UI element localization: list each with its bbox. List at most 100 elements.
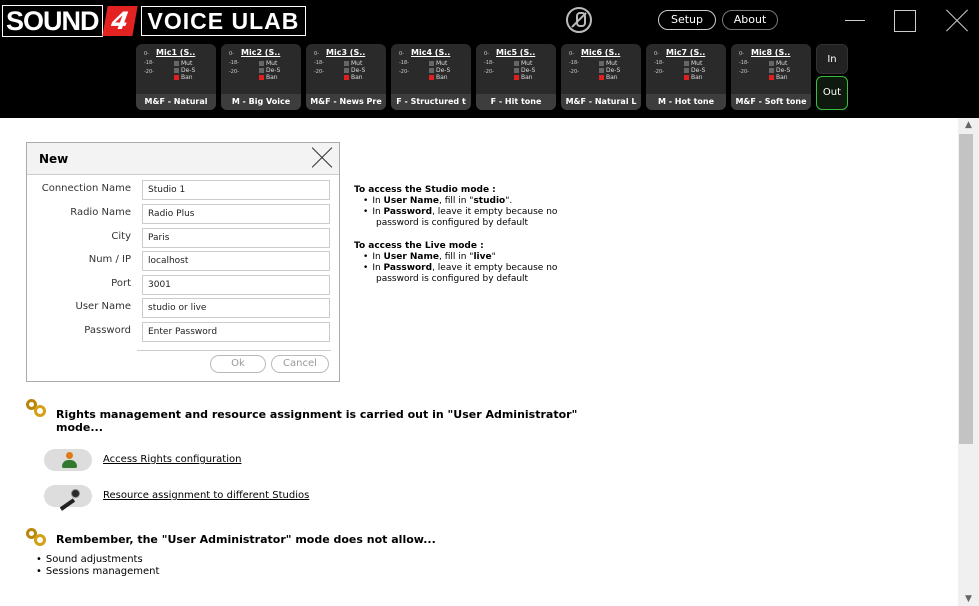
user-name-input[interactable]: studio or live bbox=[142, 298, 330, 318]
cancel-button[interactable]: Cancel bbox=[271, 355, 329, 373]
mic-options[interactable]: Mut De-S Ban bbox=[259, 60, 280, 81]
logo-sound-text: SOUND bbox=[2, 5, 103, 37]
dialog-divider bbox=[137, 350, 331, 351]
mic-preset[interactable]: F - Hit tone bbox=[476, 94, 556, 110]
num-ip-input[interactable]: localhost bbox=[142, 251, 330, 271]
studio-help-title: To access the Studio mode : bbox=[354, 185, 496, 195]
mic-title[interactable]: Mic1 (S.. bbox=[156, 48, 195, 57]
mic-preset[interactable]: F - Structured t bbox=[391, 94, 471, 110]
input-toggle-button[interactable]: In bbox=[816, 44, 848, 74]
mic-scale: 0- -18- -20- bbox=[484, 51, 494, 75]
mic-channel-3[interactable]: 0- -18- -20- Mic3 (S.. Mut De-S Ban M&F - Ne… bbox=[306, 44, 386, 110]
app-logo: SOUND 4 VOICE ULAB bbox=[2, 5, 307, 37]
mic-options[interactable]: Mut De-S Ban bbox=[769, 60, 790, 81]
password-field: Password Enter Password bbox=[27, 322, 339, 342]
mic-channel-2[interactable]: 0- -18- -20- Mic2 (S.. Mut De-S Ban M - Big … bbox=[221, 44, 301, 110]
scroll-thumb[interactable] bbox=[959, 134, 973, 444]
field-label: Port bbox=[111, 278, 131, 289]
mic-mute-icon[interactable] bbox=[566, 7, 592, 33]
mic-title[interactable]: Mic8 (S.. bbox=[751, 48, 790, 57]
live-help-title: To access the Live mode : bbox=[354, 241, 484, 251]
mic-preset[interactable]: M&F - Natural bbox=[136, 94, 216, 110]
minimize-icon[interactable] bbox=[842, 8, 868, 34]
field-label: City bbox=[111, 231, 131, 242]
mic-title[interactable]: Mic6 (S.. bbox=[581, 48, 620, 57]
mic-scale: 0- -18- -20- bbox=[399, 51, 409, 75]
field-label: Password bbox=[84, 325, 131, 336]
port-field: Port 3001 bbox=[27, 275, 339, 295]
mic-channel-5[interactable]: 0- -18- -20- Mic5 (S.. Mut De-S Ban F - Hit … bbox=[476, 44, 556, 110]
mic-title[interactable]: Mic5 (S.. bbox=[496, 48, 535, 57]
remember-section-title: Rembember, the "User Administrator" mode… bbox=[56, 533, 436, 546]
rights-section-title: Rights management and resource assignmen… bbox=[56, 408, 578, 434]
new-connection-dialog: New Connection Name Studio 1 Radio Name … bbox=[26, 142, 340, 382]
ok-button[interactable]: Ok bbox=[210, 355, 266, 373]
list-item: Sessions management bbox=[36, 566, 160, 578]
restrictions-list: Sound adjustments Sessions management bbox=[36, 554, 160, 578]
mic-preset[interactable]: M&F - Soft tone bbox=[731, 94, 811, 110]
close-icon[interactable] bbox=[944, 8, 970, 34]
mic-preset[interactable]: M&F - News Pre bbox=[306, 94, 386, 110]
logo-voice-text: VOICE ULAB bbox=[140, 6, 307, 36]
mic-channel-4[interactable]: 0- -18- -20- Mic4 (S.. Mut De-S Ban F - Stru… bbox=[391, 44, 471, 110]
mic-channel-7[interactable]: 0- -18- -20- Mic7 (S.. Mut De-S Ban M - Hot … bbox=[646, 44, 726, 110]
mic-preset[interactable]: M - Hot tone bbox=[646, 94, 726, 110]
mic-title[interactable]: Mic4 (S.. bbox=[411, 48, 450, 57]
resource-assignment-button[interactable] bbox=[44, 485, 92, 511]
live-help-password-cont: password is configured by default bbox=[376, 274, 529, 284]
mic-title[interactable]: Mic7 (S.. bbox=[666, 48, 705, 57]
mic-channel-1[interactable]: 0- -18- -20- Mic1 (S.. Mut De-S Ban M&F - Na… bbox=[136, 44, 216, 110]
mic-scale: 0- -18- -20- bbox=[144, 51, 154, 75]
mic-options[interactable]: Mut De-S Ban bbox=[174, 60, 195, 81]
mic-options[interactable]: Mut De-S Ban bbox=[684, 60, 705, 81]
mic-title[interactable]: Mic2 (S.. bbox=[241, 48, 280, 57]
mic-preset[interactable]: M - Big Voice bbox=[221, 94, 301, 110]
live-mode-help: To access the Live mode : In User Name, … bbox=[354, 241, 557, 285]
mic-scale: 0- -18- -20- bbox=[314, 51, 324, 75]
studio-help-password-cont: password is configured by default bbox=[376, 218, 529, 228]
logo-4-badge: 4 bbox=[101, 6, 138, 36]
about-button[interactable]: About bbox=[722, 10, 778, 30]
city-input[interactable]: Paris bbox=[142, 228, 330, 248]
field-label: Num / IP bbox=[88, 254, 131, 265]
mic-options[interactable]: Mut De-S Ban bbox=[344, 60, 365, 81]
mic-options[interactable]: Mut De-S Ban bbox=[429, 60, 450, 81]
radio-name-input[interactable]: Radio Plus bbox=[142, 204, 330, 224]
mic-scale: 0- -18- -20- bbox=[739, 51, 749, 75]
dialog-close-icon[interactable] bbox=[311, 147, 333, 169]
dialog-title: New bbox=[39, 152, 69, 166]
mic-options[interactable]: Mut De-S Ban bbox=[599, 60, 620, 81]
gears-icon bbox=[26, 528, 46, 546]
field-label: User Name bbox=[75, 301, 131, 312]
field-label: Radio Name bbox=[70, 207, 131, 218]
user-name-field: User Name studio or live bbox=[27, 298, 339, 318]
studio-mode-help: To access the Studio mode : In User Name… bbox=[354, 185, 557, 229]
mic-scale: 0- -18- -20- bbox=[229, 51, 239, 75]
mic-channel-6[interactable]: 0- -18- -20- Mic6 (S.. Mut De-S Ban M&F - Na… bbox=[561, 44, 641, 110]
mic-title[interactable]: Mic3 (S.. bbox=[326, 48, 365, 57]
studio-help-user: In User Name, fill in "studio". bbox=[363, 196, 557, 207]
maximize-icon[interactable] bbox=[894, 10, 916, 32]
resource-assignment-link[interactable]: Resource assignment to different Studios bbox=[103, 490, 309, 501]
password-input[interactable]: Enter Password bbox=[142, 322, 330, 342]
list-item: Sound adjustments bbox=[36, 554, 159, 566]
top-bar: SOUND 4 VOICE ULAB Setup About 0- -18- -20… bbox=[0, 0, 979, 118]
vertical-scrollbar[interactable]: ▲ ▼ bbox=[958, 118, 979, 606]
access-rights-button[interactable] bbox=[44, 449, 92, 471]
scroll-down-icon[interactable]: ▼ bbox=[958, 592, 979, 606]
output-toggle-button[interactable]: Out bbox=[816, 76, 848, 110]
radio-name-field: Radio Name Radio Plus bbox=[27, 204, 339, 224]
mic-options[interactable]: Mut De-S Ban bbox=[514, 60, 535, 81]
connection-name-input[interactable]: Studio 1 bbox=[142, 180, 330, 200]
scroll-up-icon[interactable]: ▲ bbox=[958, 118, 979, 132]
port-input[interactable]: 3001 bbox=[142, 275, 330, 295]
connection-name-field: Connection Name Studio 1 bbox=[27, 180, 339, 200]
mic-preset[interactable]: M&F - Natural L bbox=[561, 94, 641, 110]
mic-scale: 0- -18- -20- bbox=[654, 51, 664, 75]
microphone-icon bbox=[58, 489, 80, 511]
gears-icon bbox=[26, 399, 46, 417]
mic-channel-8[interactable]: 0- -18- -20- Mic8 (S.. Mut De-S Ban M&F - So… bbox=[731, 44, 811, 110]
setup-button[interactable]: Setup bbox=[658, 10, 716, 30]
access-rights-link[interactable]: Access Rights configuration bbox=[103, 454, 241, 465]
live-help-user: In User Name, fill in "live" bbox=[363, 252, 557, 263]
